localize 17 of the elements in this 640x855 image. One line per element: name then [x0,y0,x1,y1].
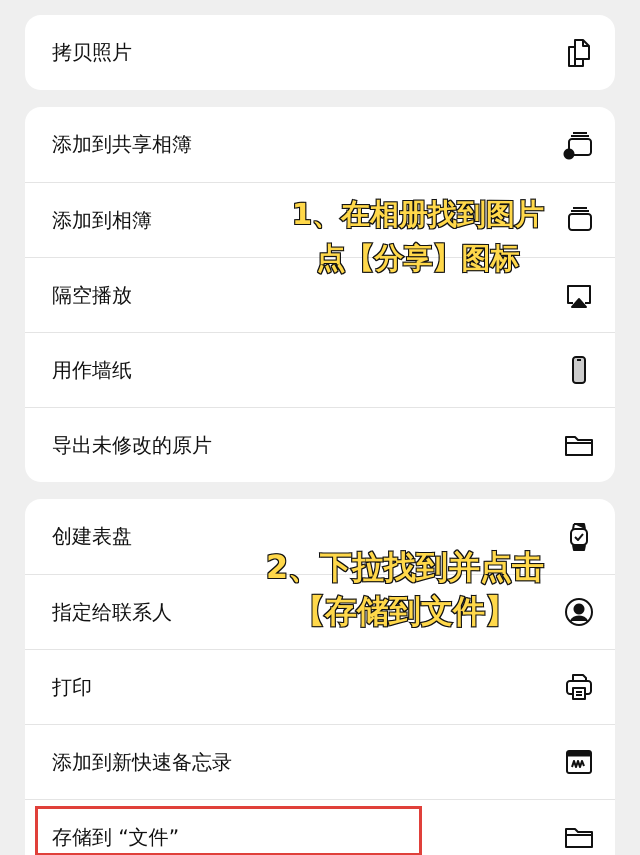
menu-item[interactable]: 用作墙纸 [52,356,132,384]
menu-item[interactable]: 指定给联系人 [52,598,172,626]
menu-item[interactable]: 存储到 “文件” [52,824,180,850]
menu-item[interactable]: 打印 [52,674,92,700]
person-icon [563,596,595,628]
menu-item[interactable]: 创建表盘 [52,523,132,550]
annotation-text: 2、下拉找到并点击 [266,547,544,588]
menu-item[interactable]: 隔空播放 [52,282,132,308]
annotation-text: 【存储到文件】 [293,591,517,632]
menu-item[interactable]: 拷贝照片 [52,39,132,66]
menu-item[interactable]: 导出未修改的原片 [52,432,212,458]
menu-item[interactable]: 添加到相簿 [52,206,152,234]
menu-item[interactable]: 添加到新快速备忘录 [52,748,232,776]
annotation-text: 点【分享】图标 [316,240,520,277]
menu-item[interactable]: 添加到共享相簿 [52,131,192,158]
annotation-text: 1、在相册找到图片 [292,196,544,233]
printer-icon [563,671,595,703]
